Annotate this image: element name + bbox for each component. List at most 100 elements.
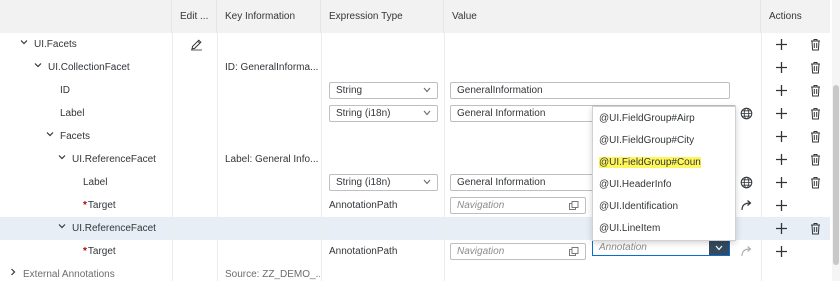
tree-node: UI.CollectionFacet xyxy=(34,56,130,79)
dropdown-option[interactable]: @UI.LineItem xyxy=(593,218,735,239)
dropdown-option-highlighted[interactable]: @UI.FieldGroup#Coun xyxy=(593,152,735,173)
plus-icon[interactable] xyxy=(775,222,788,235)
key-information: Label: General Info... xyxy=(225,154,319,165)
column-divider xyxy=(217,33,218,281)
value-input[interactable]: Navigation xyxy=(450,197,586,214)
node-label: Facets xyxy=(60,131,91,142)
dropdown-option[interactable]: @UI.FieldGroup#Airp xyxy=(593,108,735,129)
header-value[interactable]: Value xyxy=(444,0,761,33)
tree-node: UI.ReferenceFacet xyxy=(58,148,156,171)
required-marker: * xyxy=(83,246,87,257)
node-label: ID xyxy=(60,85,70,96)
chevron-down-icon[interactable] xyxy=(20,38,28,46)
tree-node: UI.ReferenceFacet xyxy=(58,217,156,240)
expression-type-select[interactable]: String (i18n) xyxy=(329,174,438,191)
chevron-down-icon[interactable] xyxy=(58,153,66,161)
chevron-down-icon xyxy=(423,179,431,185)
value-input[interactable]: Navigation xyxy=(450,243,586,260)
table-header: Edit ... Key Information Expression Type… xyxy=(0,0,830,34)
pencil-icon[interactable] xyxy=(190,37,203,51)
node-label: Label xyxy=(60,108,85,119)
node-label: UI.ReferenceFacet xyxy=(72,223,156,234)
value-placeholder: Navigation xyxy=(457,246,505,257)
key-information: Source: ZZ_DEMO_... xyxy=(225,269,320,280)
annotation-grid: Edit ... Key Information Expression Type… xyxy=(0,0,830,286)
dropdown-option[interactable]: @UI.Identification xyxy=(593,196,735,217)
header-actions: Actions xyxy=(769,11,802,22)
node-label: UI.Facets xyxy=(34,39,77,50)
table-row[interactable]: UI.Facets xyxy=(0,33,830,57)
annotation-placeholder: Annotation xyxy=(599,242,647,253)
dropdown-option[interactable]: @UI.FieldGroup#City xyxy=(593,130,735,151)
annotation-combobox[interactable]: Annotation xyxy=(592,239,730,256)
plus-icon[interactable] xyxy=(775,130,788,143)
scrollbar-thumb[interactable] xyxy=(833,85,839,265)
plus-icon[interactable] xyxy=(775,38,788,51)
column-divider xyxy=(444,33,445,281)
key-information: ID: GeneralInforma... xyxy=(225,62,319,73)
tree-node: External Annotations xyxy=(9,263,115,286)
table-row[interactable]: External Annotations Source: ZZ_DEMO_... xyxy=(0,263,830,286)
globe-icon[interactable] xyxy=(740,176,753,189)
expression-type-value: String (i18n) xyxy=(336,177,391,188)
plus-icon[interactable] xyxy=(775,61,788,74)
required-marker: * xyxy=(83,200,87,211)
dropdown-option[interactable]: @UI.HeaderInfo xyxy=(593,174,735,195)
plus-icon[interactable] xyxy=(775,153,788,166)
trash-icon[interactable] xyxy=(809,61,822,74)
trash-icon[interactable] xyxy=(809,176,822,189)
value-placeholder: Navigation xyxy=(457,200,505,211)
dropdown-button[interactable] xyxy=(709,240,729,255)
annotation-dropdown-list: @UI.FieldGroup#Airp @UI.FieldGroup#City … xyxy=(592,106,736,241)
plus-icon[interactable] xyxy=(775,245,788,258)
table-row[interactable]: ID String GeneralInformation xyxy=(0,79,830,103)
value-input[interactable]: GeneralInformation xyxy=(450,82,730,99)
trash-icon[interactable] xyxy=(809,38,822,51)
trash-icon[interactable] xyxy=(809,153,822,166)
trash-icon[interactable] xyxy=(809,107,822,120)
node-label: Target xyxy=(87,246,116,257)
expression-type-value: AnnotationPath xyxy=(329,246,398,257)
expression-type-select[interactable]: String (i18n) xyxy=(329,105,438,122)
table-row[interactable]: UI.CollectionFacet ID: GeneralInforma... xyxy=(0,56,830,80)
header-tree-column xyxy=(0,0,172,33)
node-label: External Annotations xyxy=(23,269,115,280)
header-edit[interactable]: Edit ... xyxy=(172,0,217,33)
arrow-icon[interactable] xyxy=(740,245,753,258)
value-text: General Information xyxy=(457,108,546,119)
value-help-icon[interactable] xyxy=(569,247,579,257)
plus-icon[interactable] xyxy=(775,176,788,189)
chevron-down-icon[interactable] xyxy=(34,61,42,69)
tree-node: *Target xyxy=(83,240,116,263)
trash-icon[interactable] xyxy=(809,84,822,97)
arrow-icon[interactable] xyxy=(740,199,753,212)
chevron-down-icon[interactable] xyxy=(46,130,54,138)
chevron-down-icon xyxy=(715,245,723,251)
node-label: UI.CollectionFacet xyxy=(48,62,130,73)
tree-node: UI.Facets xyxy=(20,33,77,56)
tree-node: *Target xyxy=(83,194,116,217)
value-help-icon[interactable] xyxy=(569,201,579,211)
column-divider xyxy=(761,33,762,281)
trash-icon[interactable] xyxy=(809,222,822,235)
trash-icon[interactable] xyxy=(809,130,822,143)
expression-type-value: String xyxy=(336,85,363,96)
plus-icon[interactable] xyxy=(775,107,788,120)
column-divider xyxy=(321,33,322,281)
plus-icon[interactable] xyxy=(775,199,788,212)
node-label: UI.ReferenceFacet xyxy=(72,154,156,165)
column-divider xyxy=(172,33,173,281)
node-label: Target xyxy=(87,200,116,211)
chevron-down-icon[interactable] xyxy=(58,222,66,230)
expression-type-value: String (i18n) xyxy=(336,108,391,119)
plus-icon[interactable] xyxy=(775,84,788,97)
expression-type-select[interactable]: String xyxy=(329,82,438,99)
header-expression-type[interactable]: Expression Type xyxy=(321,0,444,33)
chevron-down-icon xyxy=(423,110,431,116)
chevron-right-icon[interactable] xyxy=(9,268,17,276)
vertical-scrollbar[interactable] xyxy=(832,0,840,281)
value-text: General Information xyxy=(457,177,546,188)
chevron-down-icon xyxy=(423,87,431,93)
globe-icon[interactable] xyxy=(740,107,753,120)
header-key-information[interactable]: Key Information xyxy=(217,0,321,33)
